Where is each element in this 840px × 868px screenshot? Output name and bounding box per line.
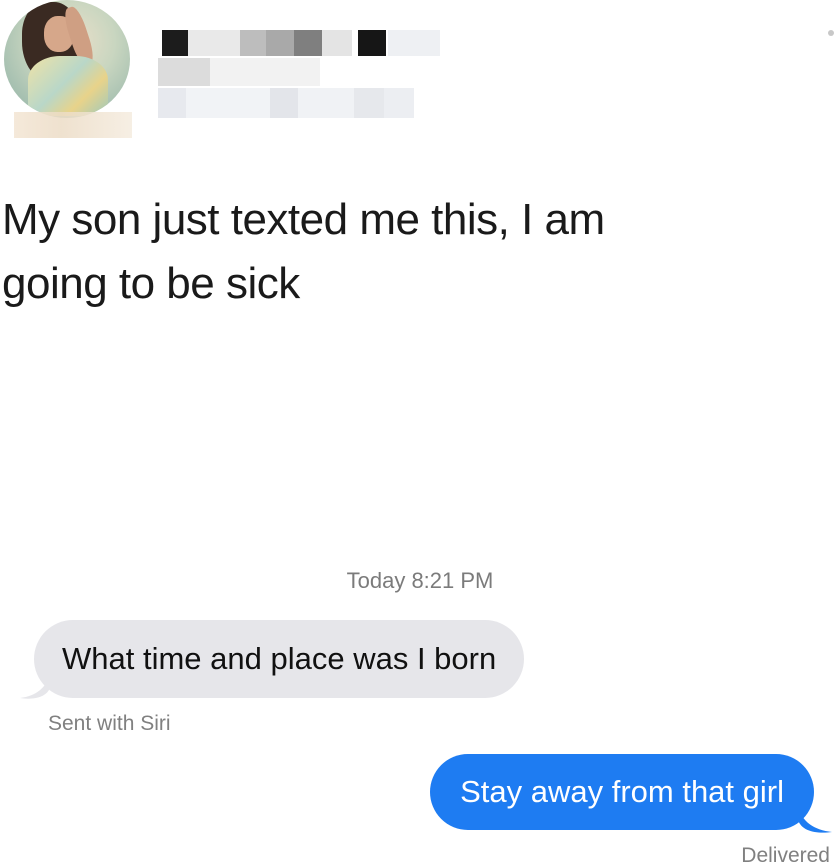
outgoing-message-text: Stay away from that girl bbox=[460, 774, 784, 809]
message-timestamp: Today 8:21 PM bbox=[346, 568, 494, 593]
sent-with-siri-note: Sent with Siri bbox=[48, 712, 171, 735]
avatar[interactable] bbox=[4, 0, 130, 118]
post-text: My son just texted me this, I am going t… bbox=[2, 188, 792, 316]
more-dot-icon[interactable] bbox=[828, 30, 834, 36]
outgoing-message-bubble[interactable]: Stay away from that girl bbox=[430, 754, 814, 830]
delivered-status: Delivered bbox=[741, 844, 830, 867]
incoming-message-bubble[interactable]: What time and place was I born bbox=[34, 620, 525, 698]
post-screenshot: My son just texted me this, I am going t… bbox=[0, 0, 840, 868]
incoming-message-text: What time and place was I born bbox=[62, 641, 497, 676]
redacted-area bbox=[14, 112, 132, 138]
redacted-username[interactable] bbox=[158, 30, 448, 122]
post-text-line: going to be sick bbox=[2, 259, 300, 308]
post-text-line: My son just texted me this, I am bbox=[2, 195, 605, 244]
